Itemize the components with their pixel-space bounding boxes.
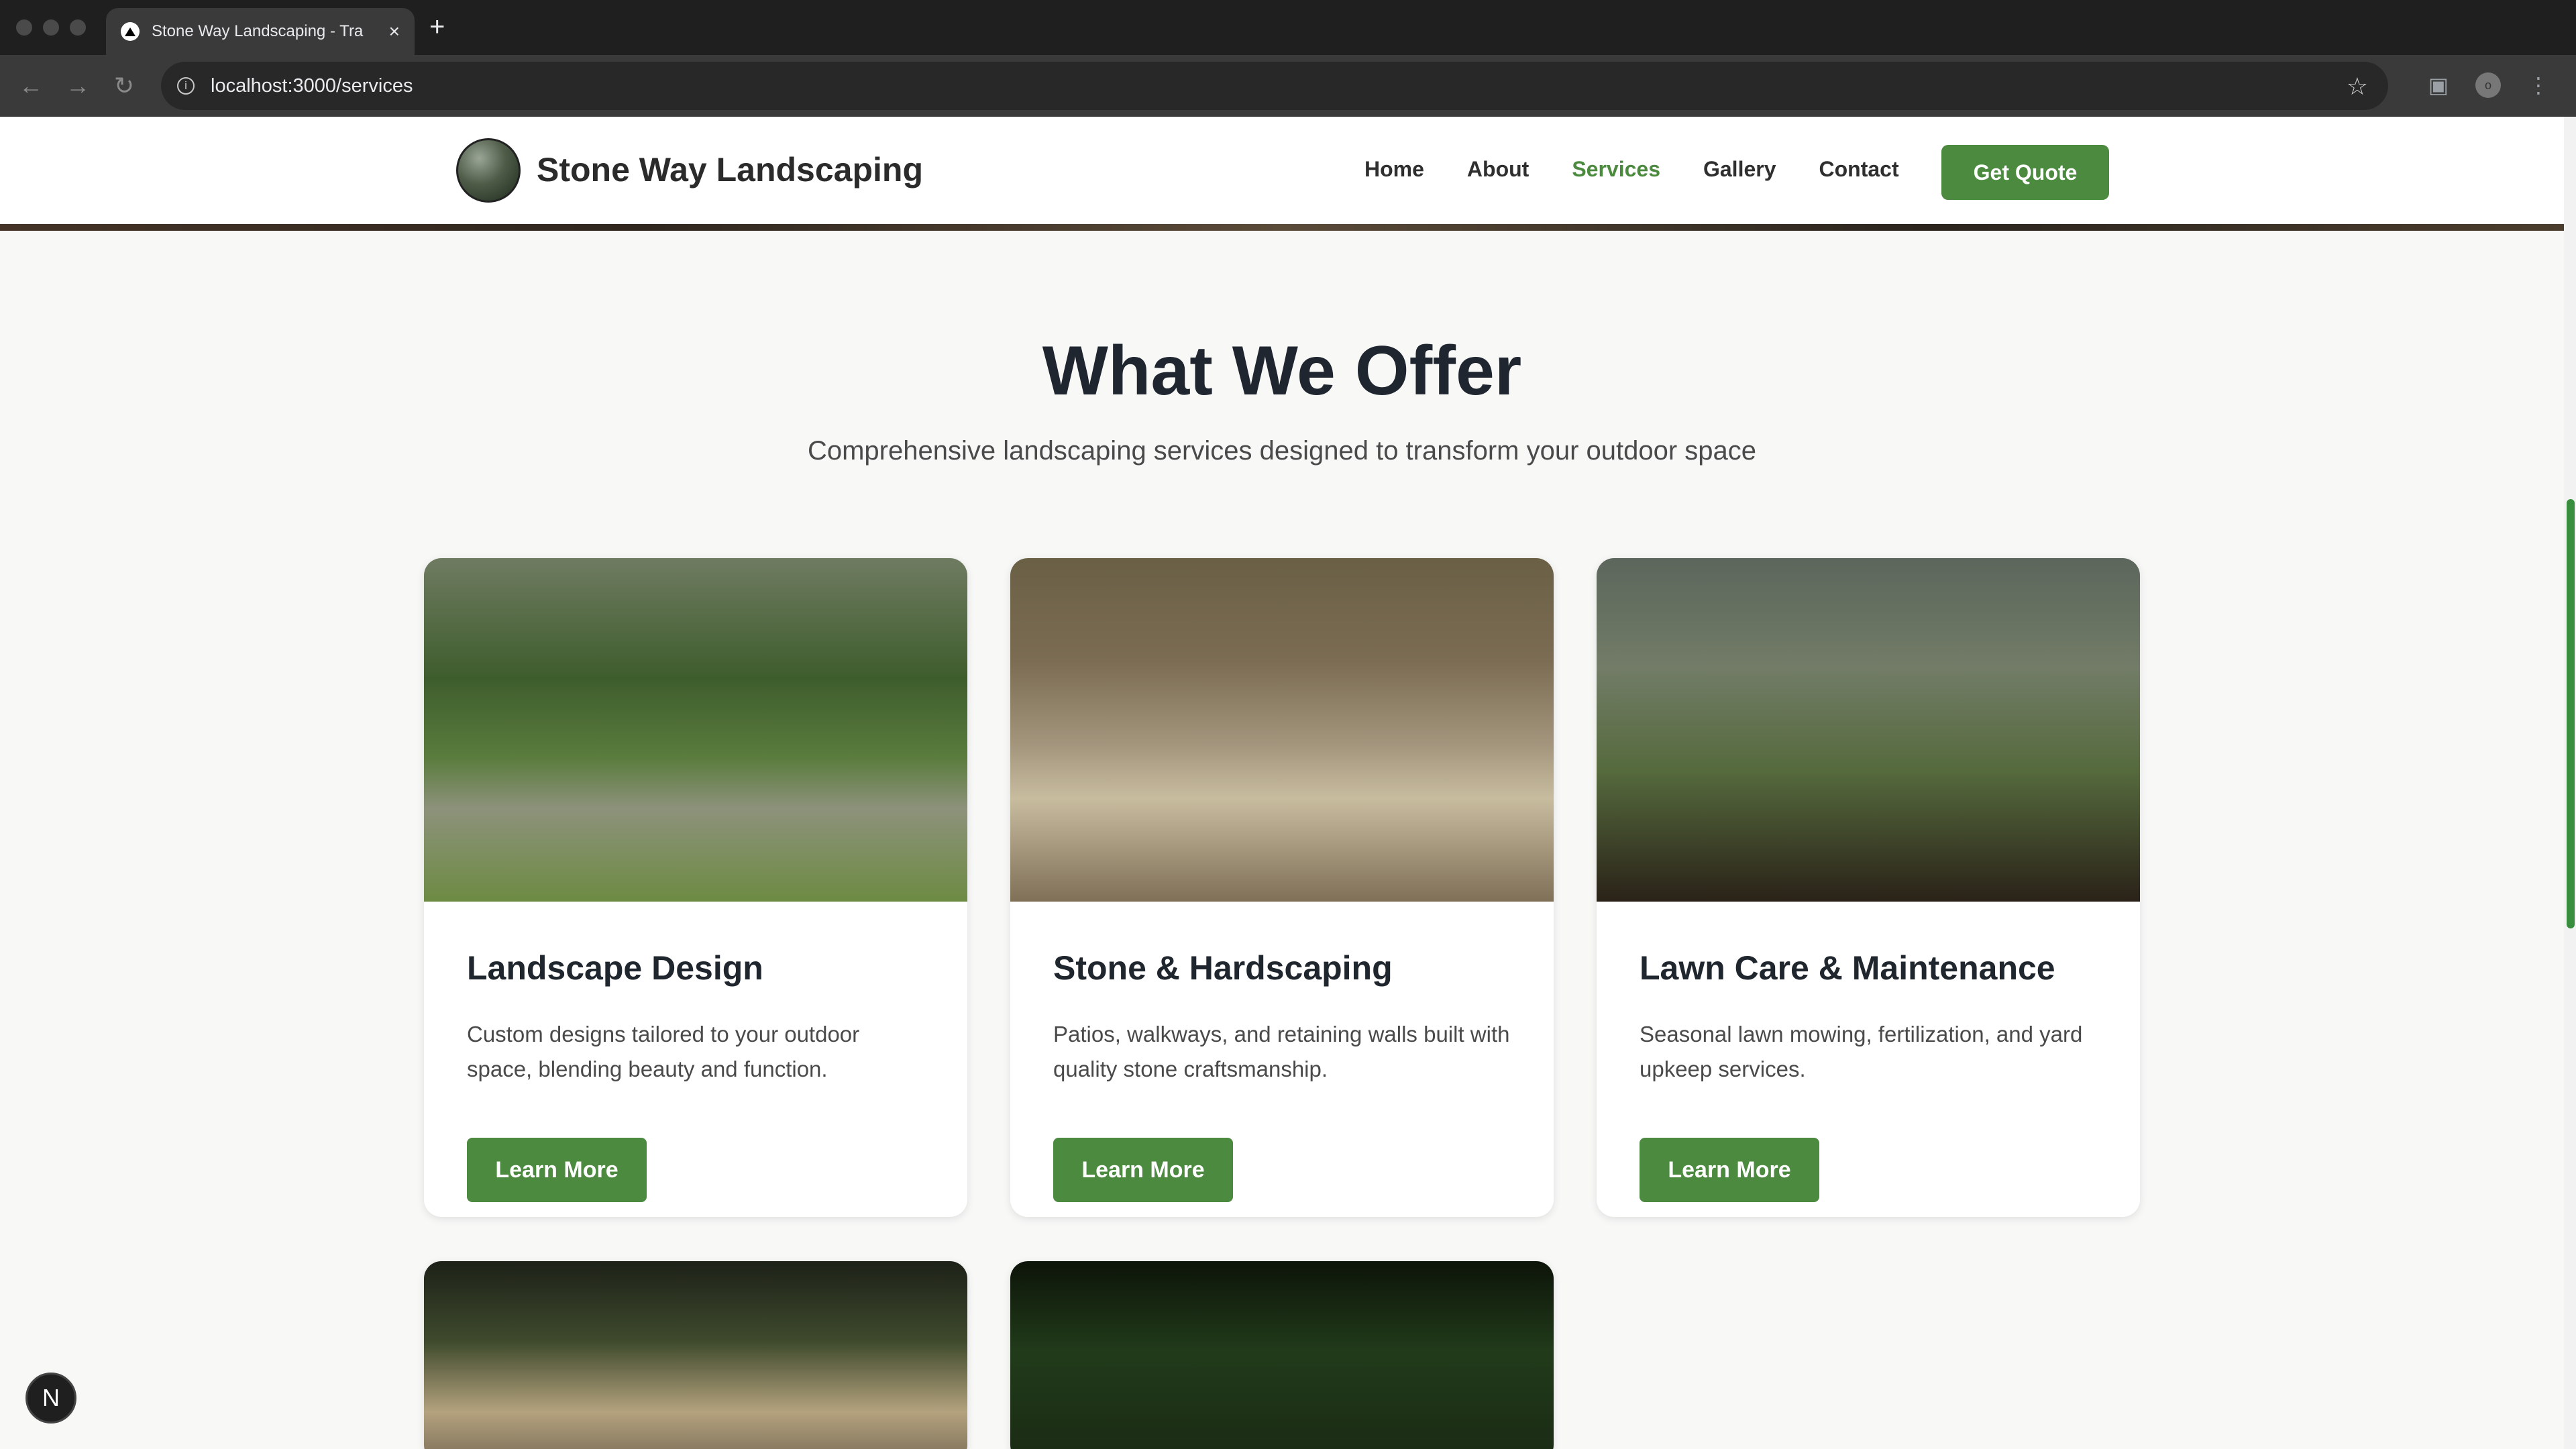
stone-logo-icon[interactable] [456, 138, 521, 203]
window-close-control[interactable] [16, 19, 32, 36]
nav-services[interactable]: Services [1572, 157, 1660, 182]
lawn-care-worker-image [1597, 558, 2140, 902]
card-title: Lawn Care & Maintenance [1640, 949, 2055, 987]
browser-tab[interactable]: Stone Way Landscaping - Tra × [106, 8, 415, 55]
tab-search-icon[interactable]: ▣ [2428, 72, 2449, 98]
site-brand[interactable]: Stone Way Landscaping [537, 150, 923, 189]
page-scrollbar[interactable] [2564, 117, 2576, 1449]
service-card-lawn-care: Lawn Care & Maintenance Seasonal lawn mo… [1597, 558, 2140, 1217]
learn-more-button[interactable]: Learn More [1640, 1138, 1819, 1202]
hero-image-strip [0, 224, 2564, 231]
browser-toolbar: ← → ↻ i localhost:3000/services ☆ ▣ o ⋮ [0, 55, 2576, 117]
profile-avatar[interactable]: o [2475, 72, 2501, 98]
main-navigation: Home About Services Gallery Contact [1364, 157, 1899, 182]
stone-paving-image [1010, 558, 1554, 902]
section-subtitle: Comprehensive landscaping services desig… [807, 436, 1757, 466]
reload-icon[interactable]: ↻ [114, 71, 134, 101]
learn-more-button[interactable]: Learn More [1053, 1138, 1233, 1202]
web-page: Stone Way Landscaping Home About Service… [0, 117, 2564, 1449]
scrollbar-thumb[interactable] [2567, 499, 2575, 928]
service-card-stone-hardscaping: Stone & Hardscaping Patios, walkways, an… [1010, 558, 1554, 1217]
service-card-mowing [1010, 1261, 1554, 1449]
card-description: Custom designs tailored to your outdoor … [467, 1022, 860, 1081]
forward-arrow-icon[interactable]: → [66, 71, 90, 101]
lawn-mowing-image [1010, 1261, 1554, 1449]
learn-more-button[interactable]: Learn More [467, 1138, 647, 1202]
next-dev-badge[interactable]: N [25, 1373, 76, 1424]
browser-menu-icon[interactable]: ⋮ [2528, 72, 2549, 98]
card-title: Landscape Design [467, 949, 763, 987]
back-arrow-icon[interactable]: ← [19, 71, 43, 101]
nav-contact[interactable]: Contact [1819, 157, 1899, 182]
site-info-icon[interactable]: i [177, 77, 195, 95]
section-title: What We Offer [1042, 332, 1522, 410]
service-card-landscape-design: Landscape Design Custom designs tailored… [424, 558, 967, 1217]
nav-about[interactable]: About [1467, 157, 1529, 182]
window-minimize-control[interactable] [43, 19, 59, 36]
card-title: Stone & Hardscaping [1053, 949, 1393, 987]
toolbar-actions: ▣ o ⋮ [2428, 72, 2549, 98]
bookmark-star-icon[interactable]: ☆ [2347, 72, 2368, 101]
close-tab-icon[interactable]: × [389, 21, 400, 42]
site-header: Stone Way Landscaping Home About Service… [0, 117, 2564, 224]
card-description: Seasonal lawn mowing, fertilization, and… [1640, 1022, 2083, 1081]
service-card-planting [424, 1261, 967, 1449]
triangle-favicon-icon [121, 22, 140, 41]
window-zoom-control[interactable] [70, 19, 86, 36]
nav-gallery[interactable]: Gallery [1703, 157, 1776, 182]
address-bar[interactable]: i localhost:3000/services ☆ [161, 62, 2388, 110]
new-tab-button[interactable]: + [429, 9, 445, 44]
url-text[interactable]: localhost:3000/services [211, 75, 413, 97]
card-description: Patios, walkways, and retaining walls bu… [1053, 1022, 1510, 1081]
planting-image [424, 1261, 967, 1449]
tab-title: Stone Way Landscaping - Tra [152, 22, 364, 40]
window-controls [16, 19, 86, 36]
nav-home[interactable]: Home [1364, 157, 1424, 182]
get-quote-button[interactable]: Get Quote [1941, 145, 2109, 200]
browser-tab-strip: Stone Way Landscaping - Tra × + [0, 0, 2576, 55]
garden-path-image [424, 558, 967, 902]
